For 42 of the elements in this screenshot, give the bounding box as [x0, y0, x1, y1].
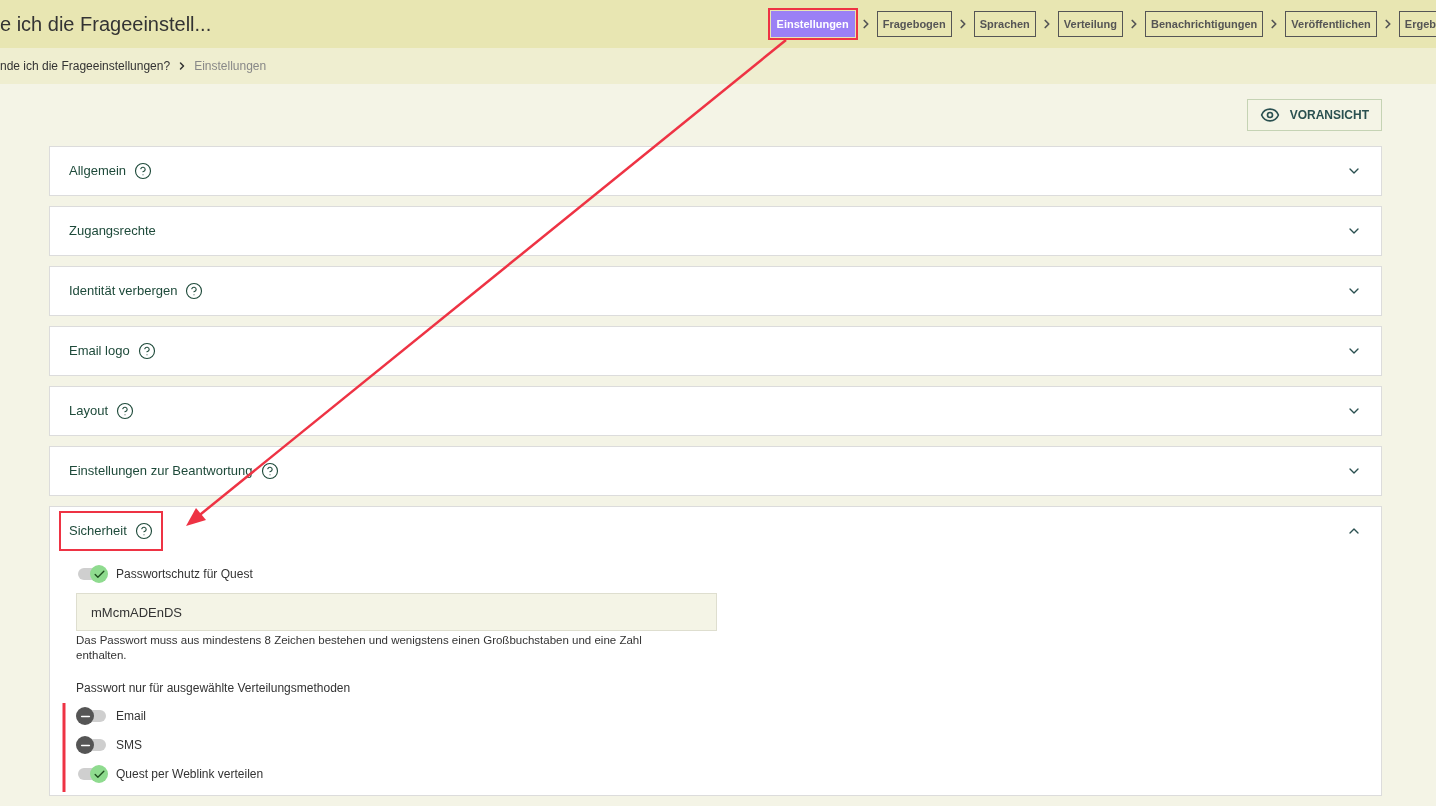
breadcrumb-link[interactable]: nde ich die Frageeinstellungen? — [0, 57, 171, 75]
toggle-label: Quest per Weblink verteilen — [116, 766, 264, 783]
section-title: Sicherheit — [69, 522, 127, 541]
accordion-header[interactable]: Identität verbergen — [50, 267, 1381, 315]
step-tab[interactable]: Fragebogen — [876, 11, 952, 37]
step-tab[interactable]: Verteilung — [1057, 11, 1123, 37]
help-icon[interactable] — [134, 162, 153, 180]
help-icon[interactable] — [116, 402, 135, 420]
eye-icon — [1259, 105, 1280, 125]
section-title: Allgemein — [69, 162, 127, 181]
page-title: e ich die Frageeinstell... — [0, 12, 212, 37]
toggle-label: Passwortschutz für Quest — [116, 566, 253, 583]
accordion-header[interactable]: Layout — [50, 387, 1381, 435]
help-icon[interactable] — [185, 282, 204, 300]
help-icon[interactable] — [137, 342, 156, 360]
accordion-header[interactable]: Zugangsrechte — [50, 207, 1381, 255]
section-title: Email logo — [69, 342, 130, 361]
password-field[interactable]: mMcmADEnDS — [76, 593, 717, 631]
preview-button[interactable]: VORANSICHT — [1246, 99, 1382, 131]
accordion-header[interactable]: Email logo — [50, 327, 1381, 375]
methods-label: Passwort nur für ausgewählte Verteilungsmethoden — [76, 680, 352, 697]
section-title: Layout — [69, 402, 109, 421]
section-title: Zugangsrechte — [69, 222, 156, 241]
help-icon[interactable] — [134, 522, 153, 540]
breadcrumb-current: Einstellungen — [194, 58, 267, 75]
help-icon[interactable] — [260, 462, 279, 480]
accordion-header[interactable]: Allgemein — [50, 147, 1381, 195]
step-tab[interactable]: Veröffentlichen — [1285, 11, 1377, 37]
toggle-switch[interactable] — [76, 566, 108, 582]
toggle-label: SMS — [116, 737, 142, 754]
toggle-switch[interactable] — [76, 766, 108, 782]
accordion-header[interactable]: Einstellungen zur Beantwortung — [50, 447, 1381, 495]
step-tab[interactable]: Benachrichtigungen — [1145, 11, 1264, 37]
password-hint: Das Passwort muss aus mindestens 8 Zeichen bestehen und wenigstens einen Großbuchstaben und eine Zahl enthalten. — [76, 633, 643, 663]
toggle-switch[interactable] — [76, 737, 108, 753]
toggle-label: Email — [116, 708, 146, 725]
section-title: Identität verbergen — [69, 282, 178, 301]
section-title: Einstellungen zur Beantwortung — [69, 462, 253, 481]
step-tab[interactable]: Ergeb — [1398, 11, 1436, 37]
step-tab[interactable]: Sprachen — [973, 11, 1036, 37]
accordion-header[interactable]: Sicherheit — [50, 507, 1381, 555]
toggle-switch[interactable] — [76, 708, 108, 724]
